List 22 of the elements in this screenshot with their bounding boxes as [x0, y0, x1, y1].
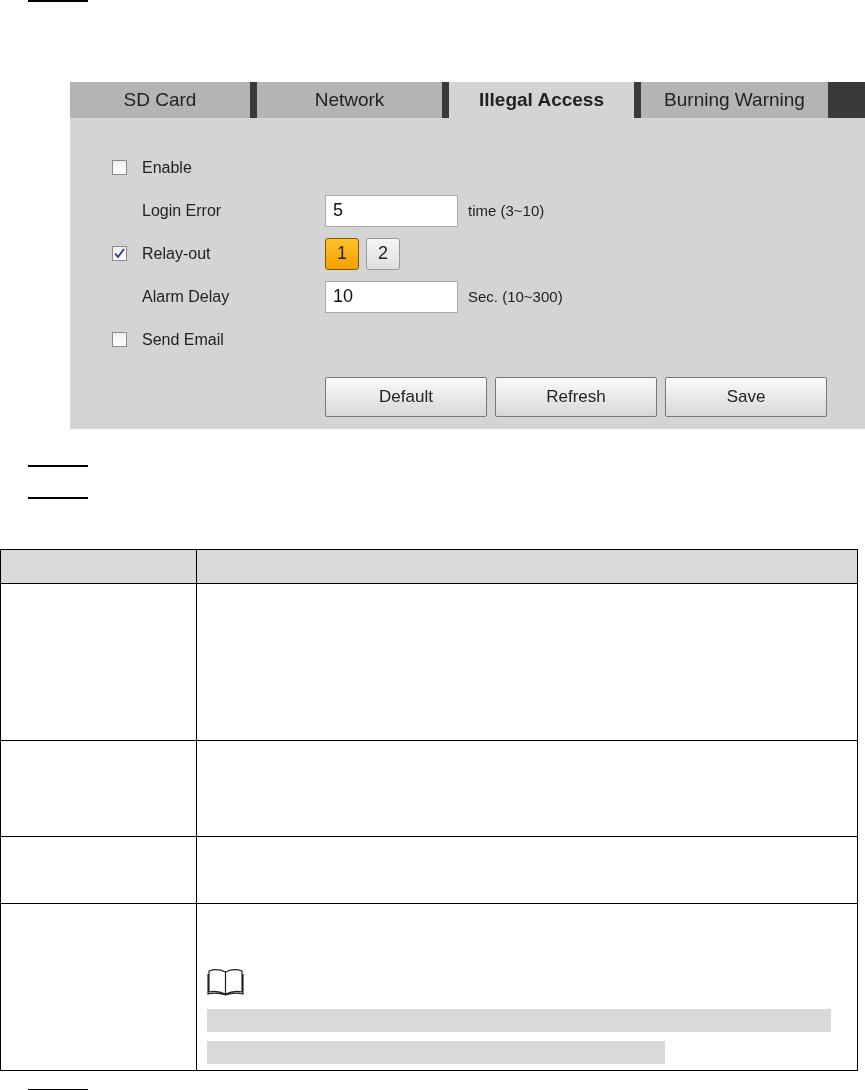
- field-label: Relay-out: [142, 244, 212, 263]
- input-field[interactable]: 5: [325, 194, 458, 227]
- book-icon: [207, 968, 244, 996]
- channel-button[interactable]: 2: [366, 237, 400, 270]
- tab[interactable]: Illegal Access: [449, 82, 634, 118]
- checkbox[interactable]: [112, 246, 127, 261]
- tab[interactable]: SD Card: [70, 82, 250, 118]
- range-hint: Sec. (10~300): [468, 288, 563, 305]
- tab[interactable]: Burning Warning: [641, 82, 828, 118]
- input-field[interactable]: 10: [325, 280, 458, 313]
- field-label: Enable: [142, 158, 193, 177]
- field-label: Send Email: [142, 330, 225, 349]
- field-label: Alarm Delay: [142, 287, 231, 306]
- action-button[interactable]: Default: [325, 377, 487, 417]
- tab[interactable]: Network: [257, 82, 442, 118]
- channel-button[interactable]: 1: [325, 237, 359, 270]
- action-button[interactable]: Refresh: [495, 377, 657, 417]
- range-hint: time (3~10): [468, 202, 545, 219]
- checkbox[interactable]: [112, 160, 127, 175]
- action-button[interactable]: Save: [665, 377, 827, 417]
- checkbox[interactable]: [112, 332, 127, 347]
- field-label: Login Error: [142, 201, 223, 220]
